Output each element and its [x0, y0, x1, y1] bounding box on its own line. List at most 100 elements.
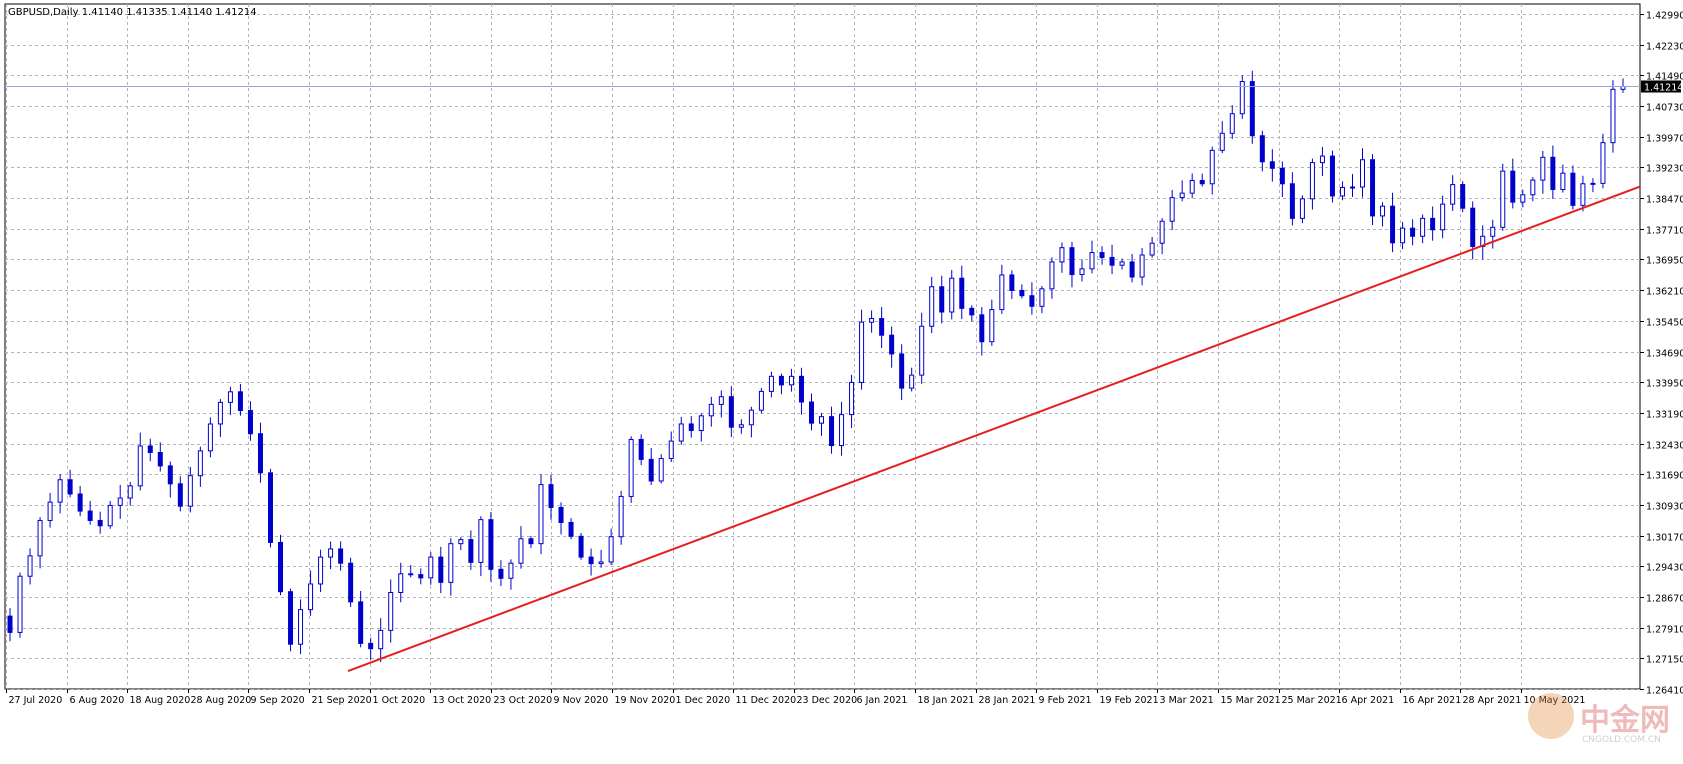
candle-bull	[859, 321, 865, 383]
y-tick-label: 1.35450	[1646, 318, 1683, 329]
y-tick-label: 1.28670	[1646, 594, 1683, 605]
candle-bear	[97, 519, 103, 527]
candle-bull	[1119, 261, 1125, 266]
candle-bull	[1580, 183, 1586, 206]
candle-bear	[528, 538, 534, 545]
x-tick-label: 9 Feb 2021	[1039, 695, 1092, 706]
watermark-site: CNGOLD.COM.CN	[1582, 735, 1661, 745]
candle-bull	[308, 583, 314, 611]
y-tick-label: 1.40730	[1646, 103, 1683, 114]
candle-bull	[1600, 142, 1606, 184]
candle-bear	[338, 548, 344, 564]
y-tick-label: 1.34690	[1646, 349, 1683, 360]
candle-bull	[819, 416, 825, 424]
x-tick-label: 6 Jan 2021	[857, 695, 908, 706]
candle-bull	[378, 629, 384, 650]
candle-bull	[608, 536, 614, 563]
candle-bear	[558, 506, 564, 523]
y-tick-label: 1.37710	[1646, 226, 1683, 237]
candle-bull	[628, 438, 634, 497]
y-tick-label: 1.42230	[1646, 42, 1683, 53]
candle-bull	[1450, 184, 1456, 205]
x-tick-label: 19 Nov 2020	[615, 695, 676, 706]
candle-bull	[1159, 220, 1165, 244]
price-chart: 1.429901.422301.414901.407301.399701.392…	[4, 3, 1683, 706]
candle-bull	[738, 424, 744, 428]
candle-bull	[187, 475, 193, 507]
candle-bear	[1390, 205, 1396, 244]
chart-area[interactable]: 1.42990 1.42230 1.41490 1.40730 1.39970 1.392…	[0, 0, 1683, 764]
x-tick-label: 9 Nov 2020	[554, 695, 609, 706]
candle-bull	[1049, 261, 1055, 290]
candle-bear	[1009, 274, 1015, 291]
candle-bear	[1470, 207, 1476, 247]
candle-bull	[217, 401, 223, 425]
candle-bear	[1460, 184, 1466, 209]
candle-bear	[1069, 247, 1075, 276]
candle-bear	[648, 458, 654, 482]
candle-bear	[267, 472, 273, 543]
candle-bull	[1520, 194, 1526, 203]
candle-bull	[869, 318, 875, 323]
candle-bull	[1490, 226, 1496, 237]
candle-bear	[829, 416, 835, 447]
x-tick-label: 6 Aug 2020	[70, 695, 125, 706]
candle-bear	[368, 642, 374, 650]
candle-bear	[438, 556, 444, 583]
candle-bull	[1209, 149, 1215, 185]
x-tick-label: 3 Mar 2021	[1160, 695, 1214, 706]
candle-bull	[1400, 227, 1406, 244]
candle-bull	[1219, 132, 1225, 151]
candle-bear	[1269, 161, 1275, 169]
candle-bear	[568, 521, 574, 537]
x-tick-label: 28 Jan 2021	[979, 695, 1036, 706]
candle-bear	[167, 465, 173, 485]
x-tick-label: 9 Sep 2020	[251, 695, 305, 706]
candle-bear	[7, 615, 13, 633]
candle-bull	[1420, 217, 1426, 237]
candle-bull	[1169, 197, 1175, 222]
x-tick-label: 23 Dec 2020	[797, 695, 858, 706]
candle-bear	[1510, 170, 1516, 203]
y-tick-label: 1.33190	[1646, 410, 1683, 421]
candle-bull	[1089, 252, 1095, 270]
y-tick-label: 1.42990	[1646, 11, 1683, 22]
candle-bear	[177, 483, 183, 507]
candle-bull	[618, 495, 624, 538]
candle-bear	[979, 314, 985, 343]
candle-bear	[237, 391, 243, 412]
candle-bear	[1249, 81, 1255, 137]
candle-bull	[598, 561, 604, 565]
candle-bull	[678, 423, 684, 442]
x-tick-label: 28 Apr 2021	[1463, 695, 1522, 706]
candle-bear	[1109, 256, 1115, 266]
candle-bull	[1560, 172, 1566, 190]
chart-header: GBPUSD,Daily 1.41140 1.41335 1.41140 1.4…	[8, 7, 257, 18]
candle-bull	[768, 375, 774, 392]
candle-bull	[318, 556, 324, 585]
candle-bull	[1360, 159, 1366, 188]
candle-bull	[207, 423, 213, 452]
candle-bull	[919, 325, 925, 376]
candle-bear	[418, 574, 424, 579]
candle-bull	[1380, 205, 1386, 217]
candle-bear	[959, 277, 965, 309]
logo-icon	[1528, 693, 1574, 739]
y-tick-label: 1.36210	[1646, 287, 1683, 298]
x-tick-label: 27 Jul 2020	[9, 695, 63, 706]
candle-bull	[458, 539, 464, 545]
candle-bear	[899, 353, 905, 389]
symbol-label: GBPUSD,Daily	[8, 7, 79, 18]
candle-bull	[117, 497, 123, 506]
candle-bear	[688, 423, 694, 431]
candle-bear	[1570, 172, 1576, 206]
candle-bull	[668, 440, 674, 460]
candle-bull	[428, 556, 434, 579]
y-tick-label: 1.30930	[1646, 502, 1683, 513]
candle-bear	[468, 539, 474, 563]
candle-bear	[257, 433, 263, 474]
candle-bear	[939, 286, 945, 313]
candle-bear	[548, 484, 554, 508]
candle-bull	[839, 414, 845, 447]
candle-bull	[1299, 198, 1305, 219]
